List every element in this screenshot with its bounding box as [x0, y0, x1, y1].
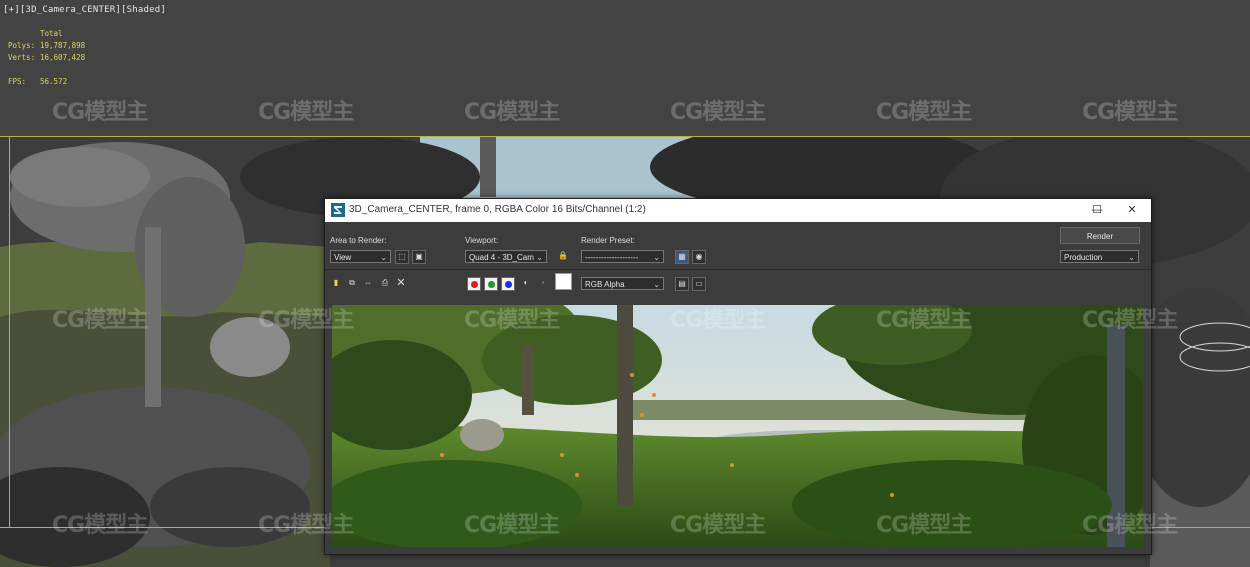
copy-icon[interactable]: ⧉ — [345, 277, 359, 291]
watermark: CG模型主 — [876, 308, 972, 333]
watermark: CG模型主 — [52, 100, 148, 125]
chevron-down-icon: ⌄ — [653, 280, 660, 289]
watermark: CG模型主 — [1082, 100, 1178, 125]
channel-dropdown[interactable]: RGB Alpha ⌄ — [581, 277, 664, 290]
watermark: CG模型主 — [258, 100, 354, 125]
watermark: CG模型主 — [876, 100, 972, 125]
edit-region-icon[interactable]: ⬚ — [395, 250, 409, 264]
area-to-render-dropdown[interactable]: View ⌄ — [330, 250, 391, 263]
chevron-down-icon: ⌄ — [1128, 253, 1135, 262]
render-mode-dropdown[interactable]: Production ⌄ — [1060, 250, 1139, 263]
blue-channel-icon[interactable] — [501, 277, 515, 291]
toolbar-divider — [325, 269, 1151, 270]
alpha-icon[interactable]: ◐ — [519, 277, 533, 291]
watermark: CG模型主 — [670, 308, 766, 333]
watermark: CG模型主 — [52, 308, 148, 333]
viewport-label: Viewport: — [465, 236, 499, 245]
rendered-frame-window[interactable]: 3D_Camera_CENTER, frame 0, RGBA Color 16… — [324, 198, 1152, 555]
fps-value: 56.572 — [40, 77, 68, 86]
chevron-down-icon: ⌄ — [536, 253, 543, 262]
chevron-down-icon: ⌄ — [380, 253, 387, 262]
stats-value: 19,787,898 — [40, 41, 86, 50]
environment-icon[interactable]: ◉ — [692, 250, 706, 264]
watermark: CG模型主 — [876, 513, 972, 538]
stats-key: Polys: — [8, 41, 36, 50]
viewport-label[interactable]: [+][3D_Camera_CENTER][Shaded] — [3, 5, 166, 15]
green-channel-icon[interactable] — [484, 277, 498, 291]
watermark: CG模型主 — [464, 513, 560, 538]
watermark: CG模型主 — [670, 513, 766, 538]
watermark: CG模型主 — [464, 308, 560, 333]
render-preset-dropdown[interactable]: -------------------- ⌄ — [581, 250, 664, 263]
area-to-render-value: View — [334, 253, 352, 262]
clear-icon[interactable]: ✕ — [394, 277, 408, 291]
window-titlebar[interactable]: 3D_Camera_CENTER, frame 0, RGBA Color 16… — [325, 199, 1151, 222]
display-correction-icon[interactable]: ▭ — [692, 277, 706, 291]
render-preset-label: Render Preset: — [581, 236, 635, 245]
area-to-render-label: Area to Render: — [330, 236, 387, 245]
swatch-icon[interactable] — [555, 273, 572, 290]
viewport-safe-frame-line — [9, 137, 10, 527]
app-icon — [331, 203, 345, 217]
watermark: CG模型主 — [1082, 308, 1178, 333]
stats-header: Total — [40, 29, 63, 38]
stats-value: 16,607,428 — [40, 53, 86, 62]
watermark: CG模型主 — [464, 100, 560, 125]
auto-region-icon[interactable]: ▣ — [412, 250, 426, 264]
watermark: CG模型主 — [1082, 513, 1178, 538]
viewport-value: Quad 4 - 3D_Cam — [469, 253, 534, 262]
chevron-down-icon: ⌄ — [653, 253, 660, 262]
viewport-dropdown[interactable]: Quad 4 - 3D_Cam ⌄ — [465, 250, 547, 263]
render-button[interactable]: Render — [1060, 227, 1140, 244]
maximize-button[interactable]: ☐ — [1083, 201, 1111, 219]
watermark: CG模型主 — [258, 308, 354, 333]
image-info-icon[interactable]: ▤ — [675, 277, 689, 291]
stats-key: Verts: — [8, 53, 36, 62]
watermark: CG模型主 — [52, 513, 148, 538]
red-channel-icon[interactable] — [467, 277, 481, 291]
render-preset-value: -------------------- — [585, 253, 639, 262]
render-mode-value: Production — [1064, 253, 1103, 262]
fps-key: FPS: — [8, 77, 27, 86]
window-title: 3D_Camera_CENTER, frame 0, RGBA Color 16… — [349, 204, 646, 215]
viewport-header-area: [+][3D_Camera_CENTER][Shaded] Total Poly… — [0, 0, 1250, 137]
watermark: CG模型主 — [670, 100, 766, 125]
save-icon[interactable]: ▮ — [329, 277, 343, 291]
mono-icon[interactable]: ▪ — [536, 277, 550, 291]
render-setup-icon[interactable]: ▦ — [675, 250, 689, 264]
channel-value: RGB Alpha — [585, 280, 625, 289]
close-button[interactable]: ✕ — [1118, 201, 1146, 219]
lock-icon[interactable]: 🔒 — [556, 250, 570, 264]
print-icon[interactable]: ⎙ — [378, 277, 392, 291]
clone-icon[interactable]: ⇔ — [361, 277, 375, 291]
watermark: CG模型主 — [258, 513, 354, 538]
